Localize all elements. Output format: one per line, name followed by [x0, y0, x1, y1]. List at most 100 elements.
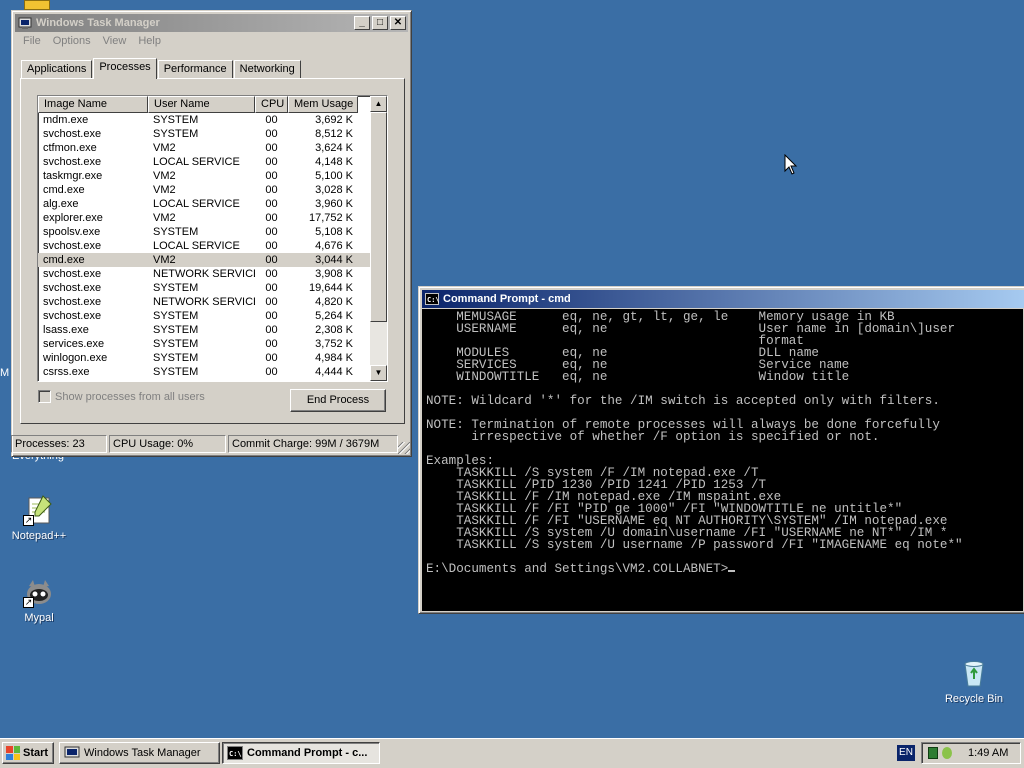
menu-help[interactable]: Help	[132, 35, 167, 47]
process-mem-usage: 3,960 K	[315, 198, 353, 210]
console-line: irrespective of whether /F option is spe…	[426, 430, 880, 444]
taskbar-button-command-prompt[interactable]: C:\ Command Prompt - c...	[222, 742, 380, 764]
language-indicator[interactable]: EN	[897, 745, 915, 761]
process-row[interactable]: svchost.exe LOCAL SERVICE 00 4,148 K	[38, 155, 386, 169]
scroll-up-icon: ▲	[374, 99, 383, 108]
process-row[interactable]: csrss.exe SYSTEM 00 4,444 K	[38, 365, 386, 379]
system-tray: 1:49 AM	[921, 742, 1021, 764]
command-prompt-titlebar[interactable]: C:\ Command Prompt - cmd	[422, 290, 1024, 308]
scroll-down-button[interactable]: ▼	[370, 365, 387, 381]
process-user-name: VM2	[153, 142, 176, 154]
process-row[interactable]: explorer.exe VM2 00 17,752 K	[38, 211, 386, 225]
tray-app-icon[interactable]	[942, 747, 952, 759]
process-image-name: csrss.exe	[43, 366, 90, 378]
process-row[interactable]: ctfmon.exe VM2 00 3,624 K	[38, 141, 386, 155]
console-text: MEMUSAGE eq, ne, gt, lt, ge, le Memory u…	[426, 311, 1023, 563]
process-row[interactable]: spoolsv.exe SYSTEM 00 5,108 K	[38, 225, 386, 239]
process-image-name: spoolsv.exe	[43, 226, 101, 238]
tray-network-icon[interactable]	[928, 747, 938, 759]
desktop-icon-label: Notepad++	[11, 530, 67, 542]
process-row[interactable]: svchost.exe SYSTEM 00 5,264 K	[38, 309, 386, 323]
process-row[interactable]: svchost.exe LOCAL SERVICE 00 4,676 K	[38, 239, 386, 253]
column-mem-usage[interactable]: Mem Usage	[288, 96, 358, 113]
process-row[interactable]: svchost.exe SYSTEM 00 8,512 K	[38, 127, 386, 141]
process-row[interactable]: winlogon.exe SYSTEM 00 4,984 K	[38, 351, 386, 365]
process-mem-usage: 8,512 K	[315, 128, 353, 140]
process-user-name: VM2	[153, 170, 176, 182]
column-image-name[interactable]: Image Name	[38, 96, 148, 113]
command-prompt-window[interactable]: C:\ Command Prompt - cmd MEMUSAGE eq, ne…	[418, 286, 1024, 614]
taskbar: Start Windows Task Manager C:\ Command P…	[0, 738, 1024, 768]
process-list-scrollbar[interactable]: ▲ ▼	[370, 96, 387, 381]
menu-file[interactable]: File	[17, 35, 47, 47]
process-cpu: 00	[265, 170, 278, 182]
maximize-button[interactable]: □	[372, 16, 388, 30]
start-button[interactable]: Start	[2, 742, 54, 764]
process-mem-usage: 4,984 K	[315, 352, 353, 364]
taskbar-button-task-manager[interactable]: Windows Task Manager	[59, 742, 220, 764]
process-row[interactable]: cmd.exe VM2 00 3,044 K	[38, 253, 386, 267]
window-title: Windows Task Manager	[36, 17, 160, 29]
process-user-name: VM2	[153, 254, 176, 266]
desktop-icon-label: Recycle Bin	[944, 693, 1004, 705]
process-row[interactable]: lsass.exe SYSTEM 00 2,308 K	[38, 323, 386, 337]
process-user-name: NETWORK SERVICE	[153, 268, 255, 280]
process-row[interactable]: cmd.exe VM2 00 3,028 K	[38, 183, 386, 197]
process-mem-usage: 5,264 K	[315, 310, 353, 322]
process-mem-usage: 3,692 K	[315, 114, 353, 126]
status-processes: Processes: 23	[11, 435, 107, 453]
process-row[interactable]: svchost.exe NETWORK SERVICE 00 4,820 K	[38, 295, 386, 309]
scroll-up-button[interactable]: ▲	[370, 96, 387, 112]
show-all-users-checkbox[interactable]	[38, 390, 51, 403]
tab-processes[interactable]: Processes	[93, 58, 157, 79]
process-row[interactable]: taskmgr.exe VM2 00 5,100 K	[38, 169, 386, 183]
close-button[interactable]: ✕	[390, 16, 406, 30]
shortcut-arrow-icon: ↗	[23, 597, 34, 608]
process-image-name: svchost.exe	[43, 296, 102, 308]
tab-applications[interactable]: Applications	[21, 60, 93, 79]
scroll-thumb[interactable]	[370, 112, 387, 322]
process-row[interactable]: services.exe SYSTEM 00 3,752 K	[38, 337, 386, 351]
recycle-bin-icon	[958, 657, 990, 689]
cmd-icon: C:\	[227, 746, 243, 760]
process-list[interactable]: Image Name User Name CPU Mem Usage mdm.e…	[37, 95, 388, 382]
process-row[interactable]: svchost.exe NETWORK SERVICE 00 3,908 K	[38, 267, 386, 281]
task-manager-statusbar: Processes: 23 CPU Usage: 0% Commit Charg…	[11, 435, 400, 453]
partial-desktop-icon[interactable]	[24, 0, 50, 10]
task-manager-titlebar[interactable]: Windows Task Manager _ □ ✕	[15, 14, 408, 32]
desktop-icon-recycle-bin[interactable]: Recycle Bin	[936, 657, 1012, 705]
process-cpu: 00	[265, 240, 278, 252]
partial-icon-label-m[interactable]: M	[0, 367, 9, 379]
process-user-name: SYSTEM	[153, 324, 199, 336]
desktop-icon-mypal[interactable]: ↗ Mypal	[1, 576, 77, 624]
menu-view[interactable]: View	[97, 35, 133, 47]
process-mem-usage: 3,908 K	[315, 268, 353, 280]
process-mem-usage: 5,108 K	[315, 226, 353, 238]
process-list-header: Image Name User Name CPU Mem Usage	[38, 96, 387, 113]
tab-strip: Applications Processes Performance Netwo…	[21, 58, 302, 79]
minimize-button[interactable]: _	[354, 16, 370, 30]
end-process-button[interactable]: End Process	[290, 389, 386, 412]
clock[interactable]: 1:49 AM	[968, 747, 1008, 759]
console-output[interactable]: MEMUSAGE eq, ne, gt, lt, ge, le Memory u…	[422, 309, 1023, 611]
tab-networking[interactable]: Networking	[233, 60, 301, 79]
resize-grip[interactable]	[398, 442, 410, 454]
tab-performance[interactable]: Performance	[157, 60, 233, 79]
menu-options[interactable]: Options	[47, 35, 97, 47]
show-all-users-label[interactable]: Show processes from all users	[55, 391, 205, 403]
column-cpu[interactable]: CPU	[255, 96, 288, 113]
process-image-name: alg.exe	[43, 198, 79, 210]
process-row[interactable]: mdm.exe SYSTEM 00 3,692 K	[38, 113, 386, 127]
console-line: TASKKILL /S system /U username /P passwo…	[426, 538, 963, 552]
desktop-icon-notepadpp[interactable]: ↗ Notepad++	[1, 494, 77, 542]
process-row[interactable]: alg.exe LOCAL SERVICE 00 3,960 K	[38, 197, 386, 211]
column-user-name[interactable]: User Name	[148, 96, 255, 113]
process-image-name: ctfmon.exe	[43, 142, 97, 154]
process-row[interactable]: svchost.exe SYSTEM 00 19,644 K	[38, 281, 386, 295]
process-cpu: 00	[265, 282, 278, 294]
process-user-name: VM2	[153, 184, 176, 196]
process-user-name: VM2	[153, 212, 176, 224]
process-cpu: 00	[265, 142, 278, 154]
process-user-name: SYSTEM	[153, 128, 199, 140]
